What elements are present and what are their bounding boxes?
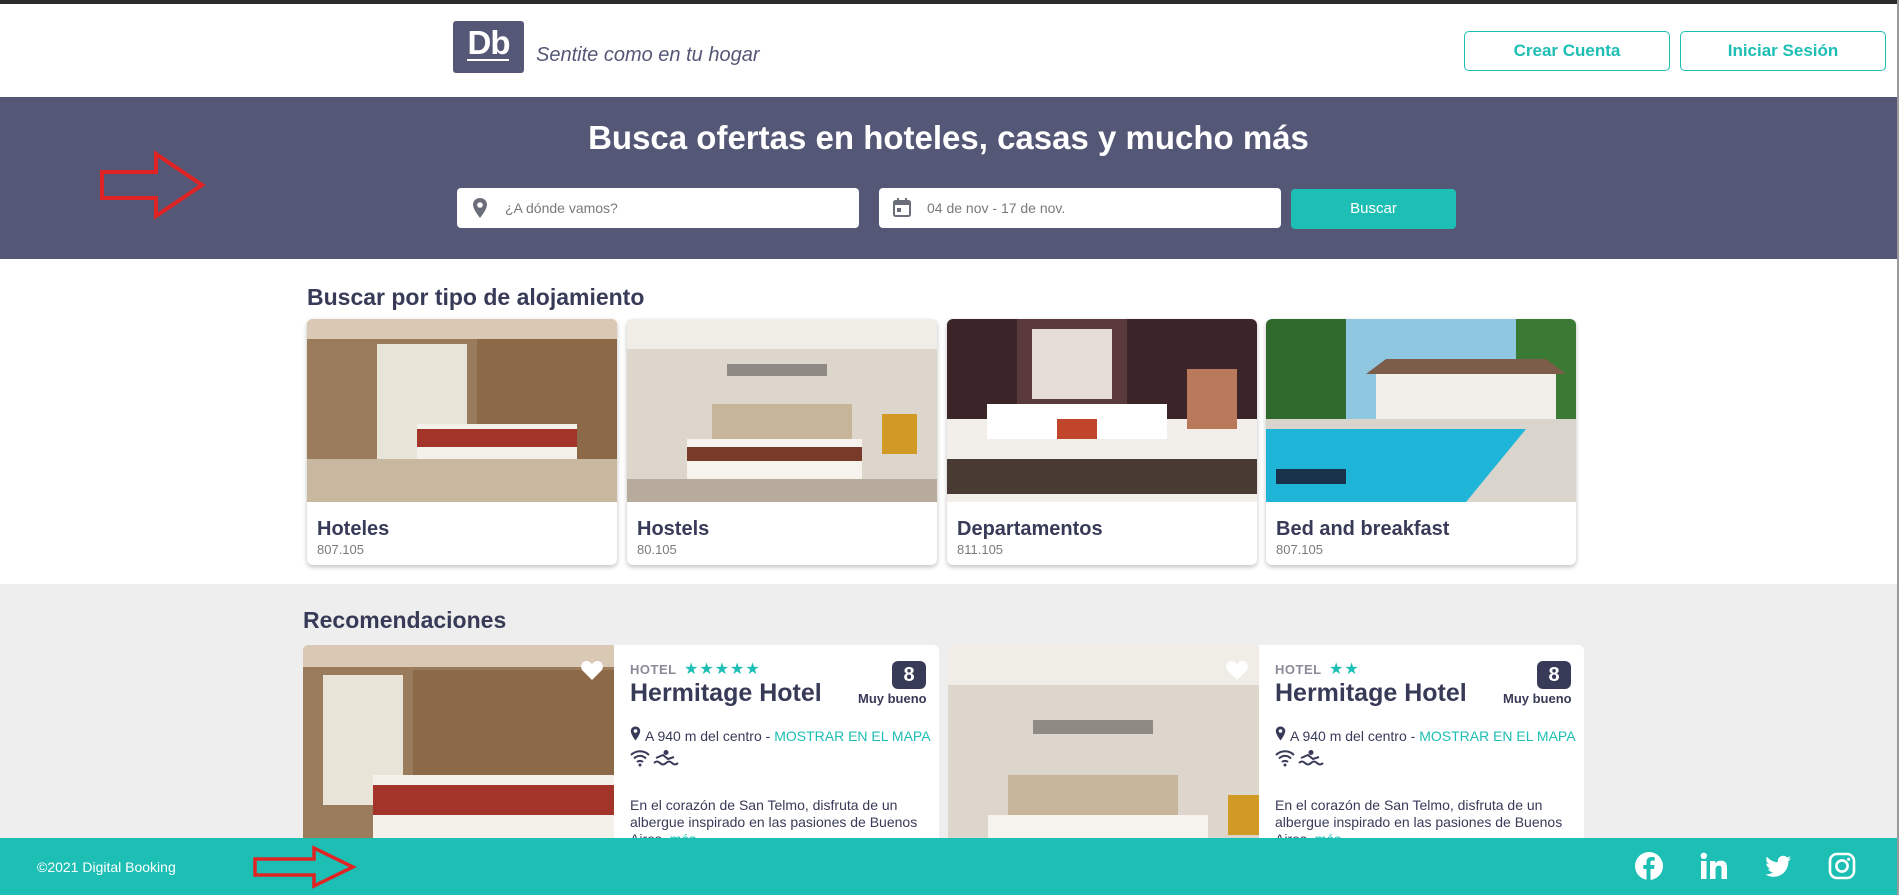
- twitter-icon[interactable]: [1763, 851, 1793, 881]
- location-pin-icon: [630, 726, 641, 741]
- footer: ©2021 Digital Booking: [0, 838, 1897, 895]
- type-count: 807.105: [317, 542, 364, 557]
- wifi-icon: [1275, 750, 1295, 767]
- score-label: Muy bueno: [1503, 691, 1572, 706]
- copyright-text: ©2021 Digital Booking: [37, 859, 176, 875]
- header: Db Sentite como en tu hogar Crear Cuenta…: [0, 4, 1897, 97]
- wifi-icon: [630, 750, 650, 767]
- tagline: Sentite como en tu hogar: [536, 44, 760, 66]
- pool-villa-image: [1266, 319, 1576, 502]
- search-button[interactable]: Buscar: [1291, 189, 1456, 229]
- star-rating: ★★: [1329, 661, 1360, 678]
- type-card-departamentos[interactable]: Departamentos 811.105: [947, 319, 1257, 565]
- score-label: Muy bueno: [858, 691, 927, 706]
- facebook-icon[interactable]: [1634, 851, 1664, 881]
- type-card-bed-and-breakfast[interactable]: Bed and breakfast 807.105: [1266, 319, 1576, 565]
- show-on-map-link[interactable]: MOSTRAR EN EL MAPA: [774, 728, 930, 744]
- login-button[interactable]: Iniciar Sesión: [1680, 31, 1886, 71]
- distance-text: A 940 m del centro - MOSTRAR EN EL MAPA: [645, 728, 931, 744]
- type-name: Hostels: [637, 518, 710, 540]
- types-section-title: Buscar por tipo de alojamiento: [307, 284, 645, 310]
- category-label: HOTEL: [630, 662, 677, 677]
- location-pin-icon: [1275, 726, 1286, 741]
- type-card-hoteles[interactable]: Hoteles 807.105: [307, 319, 617, 565]
- distance-value: A 940 m del centro -: [1290, 728, 1420, 744]
- linkedin-icon[interactable]: [1699, 851, 1729, 881]
- type-card-hostels[interactable]: Hostels 80.105: [627, 319, 937, 565]
- type-count: 811.105: [957, 542, 1004, 557]
- apartment-room-image: [947, 319, 1257, 502]
- show-on-map-link[interactable]: MOSTRAR EN EL MAPA: [1419, 728, 1575, 744]
- hotel-room-image: [307, 319, 617, 502]
- destination-field[interactable]: ¿A dónde vamos?: [457, 188, 859, 228]
- distance-text: A 940 m del centro - MOSTRAR EN EL MAPA: [1290, 728, 1576, 744]
- destination-placeholder: ¿A dónde vamos?: [505, 200, 618, 216]
- category-label: HOTEL: [1275, 662, 1322, 677]
- annotation-arrow-icon: [100, 150, 206, 220]
- recommendation-card[interactable]: HOTEL ★★★★★ Hermitage Hotel 8 Muy bueno …: [303, 645, 939, 845]
- type-name: Bed and breakfast: [1276, 518, 1450, 540]
- score-badge: 8: [1537, 661, 1571, 689]
- distance-value: A 940 m del centro -: [645, 728, 775, 744]
- dates-value: 04 de nov - 17 de nov.: [927, 200, 1066, 216]
- location-pin-icon: [473, 198, 487, 218]
- score-badge: 8: [892, 661, 926, 689]
- calendar-icon: [893, 198, 911, 217]
- instagram-icon[interactable]: [1827, 851, 1857, 881]
- hotel-image: [303, 645, 614, 845]
- favorite-heart-icon[interactable]: [1225, 659, 1249, 681]
- hostel-room-image: [627, 319, 937, 502]
- hotel-name[interactable]: Hermitage Hotel: [630, 679, 822, 708]
- recommendations-title: Recomendaciones: [303, 607, 507, 633]
- type-name: Hoteles: [317, 518, 390, 540]
- type-count: 807.105: [1276, 542, 1323, 557]
- favorite-heart-icon[interactable]: [580, 659, 604, 681]
- amenities-icons: [1275, 750, 1324, 767]
- logo-underline: [467, 59, 509, 61]
- annotation-arrow-icon: [253, 845, 357, 889]
- type-count: 80.105: [637, 542, 677, 557]
- amenities-icons: [630, 750, 679, 767]
- star-rating: ★★★★★: [684, 661, 761, 678]
- search-banner: Busca ofertas en hoteles, casas y mucho …: [0, 97, 1897, 259]
- recommendation-card[interactable]: HOTEL ★★ Hermitage Hotel 8 Muy bueno A 9…: [948, 645, 1584, 845]
- logo[interactable]: Db: [453, 21, 524, 73]
- pool-icon: [653, 750, 679, 766]
- hotel-image: [948, 645, 1259, 845]
- hotel-name[interactable]: Hermitage Hotel: [1275, 679, 1467, 708]
- create-account-button[interactable]: Crear Cuenta: [1464, 31, 1670, 71]
- type-name: Departamentos: [957, 518, 1103, 540]
- pool-icon: [1298, 750, 1324, 766]
- hero-title: Busca ofertas en hoteles, casas y mucho …: [588, 119, 1309, 156]
- dates-field[interactable]: 04 de nov - 17 de nov.: [879, 188, 1281, 228]
